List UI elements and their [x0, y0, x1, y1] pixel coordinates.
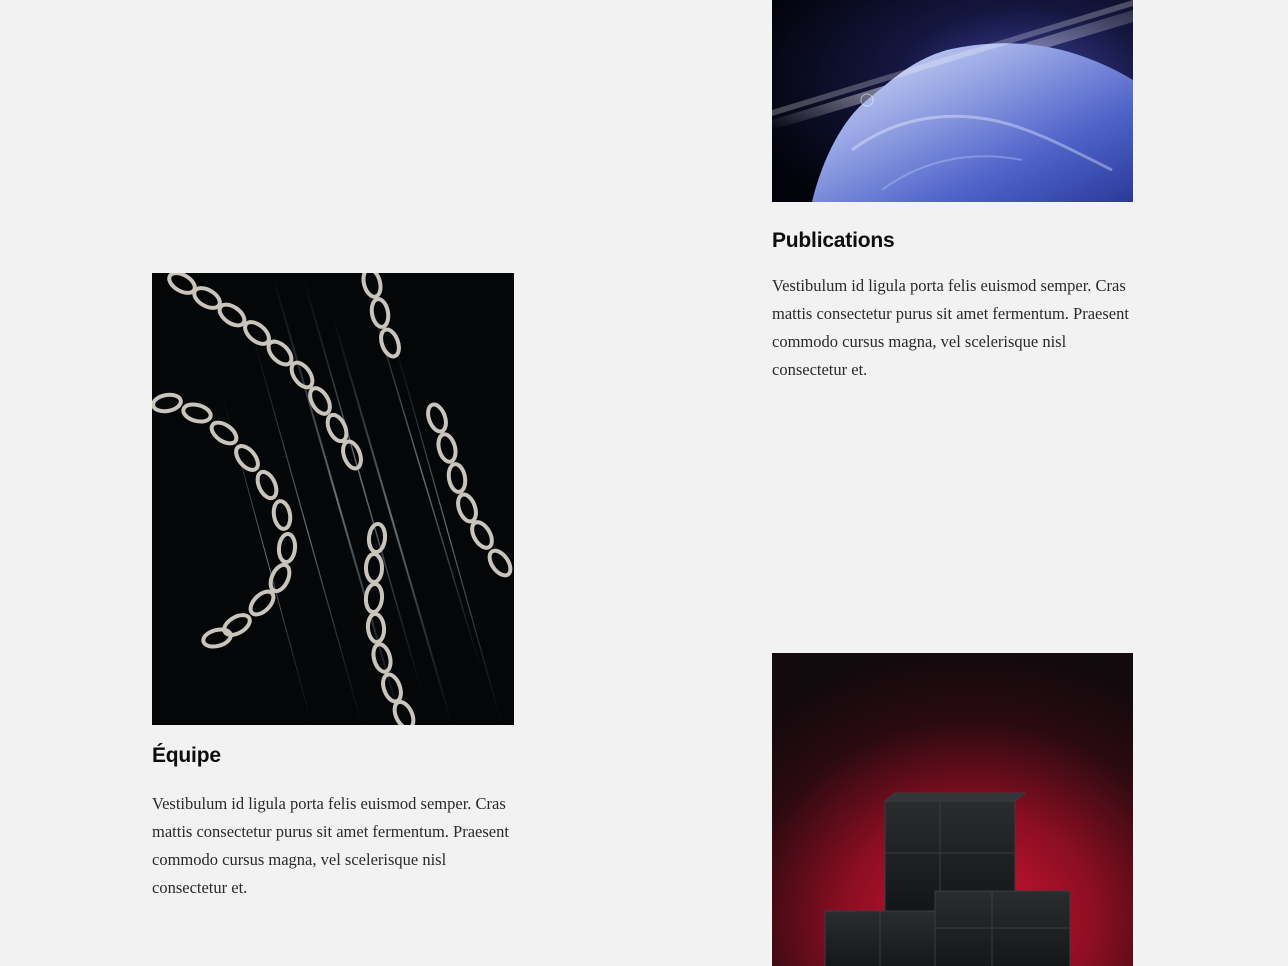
equipe-description: Vestibulum id ligula porta felis euismod… — [152, 794, 509, 897]
ice-rock-illustration — [772, 0, 1133, 202]
cubes-image[interactable] — [772, 653, 1133, 966]
publications-description: Vestibulum id ligula porta felis euismod… — [772, 276, 1129, 379]
cubes-illustration — [772, 653, 1133, 966]
chains-illustration — [152, 273, 514, 725]
publications-image[interactable] — [772, 0, 1133, 202]
equipe-title[interactable]: Équipe — [152, 744, 221, 768]
equipe-image[interactable] — [152, 273, 514, 725]
publications-title[interactable]: Publications — [772, 229, 895, 253]
